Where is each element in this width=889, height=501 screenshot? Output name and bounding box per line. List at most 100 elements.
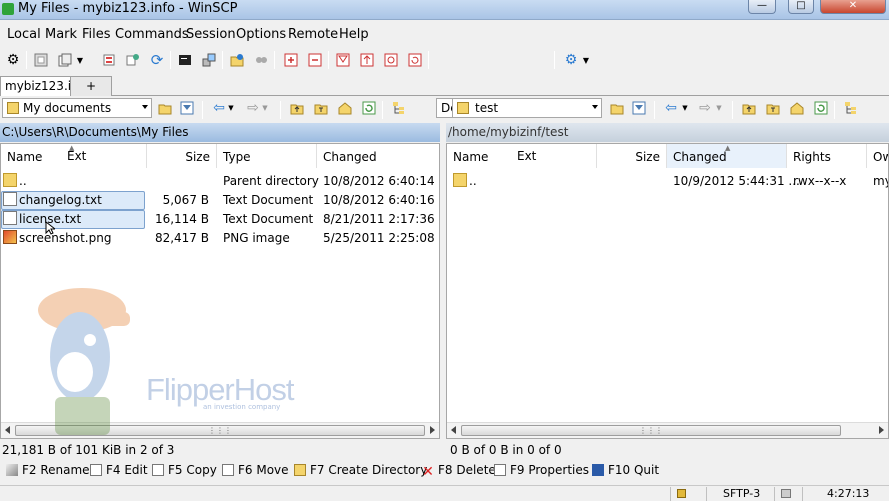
left-location-select[interactable]: My documents xyxy=(2,98,152,118)
f10-quit-button[interactable]: F10 Quit xyxy=(592,463,659,477)
menu-help[interactable]: Help xyxy=(339,27,369,42)
refresh-icon[interactable] xyxy=(360,99,378,117)
column-header-rights[interactable]: Rights xyxy=(787,144,867,168)
column-header-size[interactable]: Size xyxy=(597,144,667,168)
root-directory-icon[interactable] xyxy=(764,99,782,117)
putty-icon[interactable] xyxy=(200,51,218,69)
main-toolbar: ⚙ ▼ ⟳ Default ⚙ ▼ xyxy=(0,48,889,118)
scroll-left-icon[interactable] xyxy=(5,426,10,434)
delete-icon: ✕ xyxy=(422,464,434,480)
menu-session[interactable]: Session xyxy=(186,27,236,42)
transfer-dropdown-chevron-down-icon[interactable]: ▼ xyxy=(580,51,592,69)
invert-selection-icon[interactable] xyxy=(358,51,376,69)
quit-door-icon xyxy=(592,464,604,476)
session-duration: 4:27:13 xyxy=(802,487,889,501)
filter-list-icon[interactable] xyxy=(630,99,648,117)
home-icon[interactable] xyxy=(336,99,354,117)
restore-selection-icon[interactable] xyxy=(406,51,424,69)
image-file-icon xyxy=(3,230,17,244)
table-row[interactable]: license.txt 16,114 B Text Document 8/21/… xyxy=(1,209,439,228)
find-files-icon[interactable] xyxy=(252,51,270,69)
edit-icon xyxy=(90,464,102,476)
f8-delete-button[interactable]: ✕ F8 Delete xyxy=(422,463,496,480)
left-path-toolbar: My documents ⇦ ▼ ⇨ ▼ xyxy=(0,98,440,120)
f9-properties-button[interactable]: F9 Properties xyxy=(494,463,589,477)
f4-edit-button[interactable]: F4 Edit xyxy=(90,463,148,477)
f7-create-directory-button[interactable]: F7 Create Directory xyxy=(294,463,427,477)
menu-remote[interactable]: Remote xyxy=(288,27,338,42)
right-location-select[interactable]: test xyxy=(452,98,602,118)
filter-list-icon[interactable] xyxy=(178,99,196,117)
queue-icon[interactable] xyxy=(100,51,118,69)
menu-local[interactable]: Local xyxy=(7,27,41,42)
scroll-right-icon[interactable] xyxy=(879,426,884,434)
home-icon[interactable] xyxy=(788,99,806,117)
table-row[interactable]: screenshot.png 82,417 B PNG image 5/25/2… xyxy=(1,228,439,247)
text-file-icon xyxy=(3,211,17,225)
menu-files[interactable]: Files xyxy=(82,27,111,42)
table-row[interactable]: .. 10/9/2012 5:44:31 ... rwx--x--x my xyxy=(447,171,888,190)
compare-directories-icon[interactable] xyxy=(32,51,50,69)
close-button[interactable]: ✕ xyxy=(820,0,886,14)
scrollbar-thumb[interactable]: ⋮⋮⋮ xyxy=(461,425,841,436)
column-header-owner[interactable]: Ow xyxy=(867,144,888,168)
forward-dropdown-chevron-down-icon[interactable]: ▼ xyxy=(260,99,270,117)
status-bar: SFTP-3 4:27:13 xyxy=(0,485,889,501)
back-arrow-icon[interactable]: ⇦ xyxy=(662,99,680,117)
tree-icon[interactable] xyxy=(842,99,860,117)
menu-mark[interactable]: Mark xyxy=(45,27,77,42)
add-bookmark-icon[interactable] xyxy=(228,51,246,69)
clear-selection-icon[interactable] xyxy=(382,51,400,69)
forward-arrow-icon[interactable]: ⇨ xyxy=(696,99,714,117)
column-header-ext[interactable]: Ext xyxy=(517,149,536,163)
flipperhost-mascot-logo xyxy=(38,288,130,435)
copy-icon xyxy=(152,464,164,476)
winscp-app-icon xyxy=(2,3,14,15)
back-dropdown-chevron-down-icon[interactable]: ▼ xyxy=(226,99,236,117)
open-directory-icon[interactable] xyxy=(156,99,174,117)
folder-icon xyxy=(7,102,19,114)
refresh-icon[interactable] xyxy=(812,99,830,117)
synchronize-icon[interactable] xyxy=(56,51,74,69)
flipperhost-tagline: an investion company xyxy=(203,403,281,411)
move-icon xyxy=(222,464,234,476)
scroll-left-icon[interactable] xyxy=(451,426,456,434)
left-status-text: 21,181 B of 101 KiB in 2 of 3 xyxy=(2,443,175,457)
parent-directory-icon[interactable] xyxy=(740,99,758,117)
transfer-settings-gear-icon[interactable]: ⚙ xyxy=(562,51,580,69)
synchronize-dropdown-chevron-down-icon[interactable]: ▼ xyxy=(74,51,86,69)
table-row[interactable]: changelog.txt 5,067 B Text Document 10/8… xyxy=(1,190,439,209)
open-terminal-icon[interactable] xyxy=(176,51,194,69)
menu-commands[interactable]: Commands xyxy=(115,27,189,42)
tree-icon[interactable] xyxy=(390,99,408,117)
tab-new-session[interactable]: + xyxy=(70,76,112,96)
table-row[interactable]: .. Parent directory 10/8/2012 6:40:14 xyxy=(1,171,439,190)
f5-copy-button[interactable]: F5 Copy xyxy=(152,463,217,477)
keep-up-to-date-icon[interactable] xyxy=(124,51,142,69)
open-directory-icon[interactable] xyxy=(608,99,626,117)
encryption-lock-icon xyxy=(670,487,706,501)
column-header-changed[interactable]: Changed xyxy=(317,144,439,168)
window-title: My Files - mybiz123.info - WinSCP xyxy=(18,1,238,16)
f6-move-button[interactable]: F6 Move xyxy=(222,463,289,477)
f2-rename-button[interactable]: F2 Rename xyxy=(6,463,90,477)
tab-session[interactable]: mybiz123.info xyxy=(0,76,90,96)
forward-dropdown-chevron-down-icon[interactable]: ▼ xyxy=(714,99,724,117)
preferences-gear-icon[interactable]: ⚙ xyxy=(4,51,22,69)
parent-folder-icon xyxy=(3,173,17,187)
back-dropdown-chevron-down-icon[interactable]: ▼ xyxy=(680,99,690,117)
minimize-button[interactable]: — xyxy=(748,0,776,14)
select-files-icon[interactable] xyxy=(282,51,300,69)
column-header-size[interactable]: Size xyxy=(147,144,217,168)
parent-directory-icon[interactable] xyxy=(288,99,306,117)
root-directory-icon[interactable] xyxy=(312,99,330,117)
filter-icon[interactable] xyxy=(334,51,352,69)
scroll-right-icon[interactable] xyxy=(430,426,435,434)
menu-options[interactable]: Options xyxy=(236,27,286,42)
column-header-type[interactable]: Type xyxy=(217,144,317,168)
right-file-panel[interactable]: Name Ext Size Changed ▲ Rights Ow .. 10/… xyxy=(446,143,889,439)
maximize-button[interactable]: □ xyxy=(788,0,814,14)
refresh-icon[interactable]: ⟳ xyxy=(148,51,166,69)
unselect-files-icon[interactable] xyxy=(306,51,324,69)
right-horizontal-scrollbar[interactable]: ⋮⋮⋮ xyxy=(447,422,888,438)
